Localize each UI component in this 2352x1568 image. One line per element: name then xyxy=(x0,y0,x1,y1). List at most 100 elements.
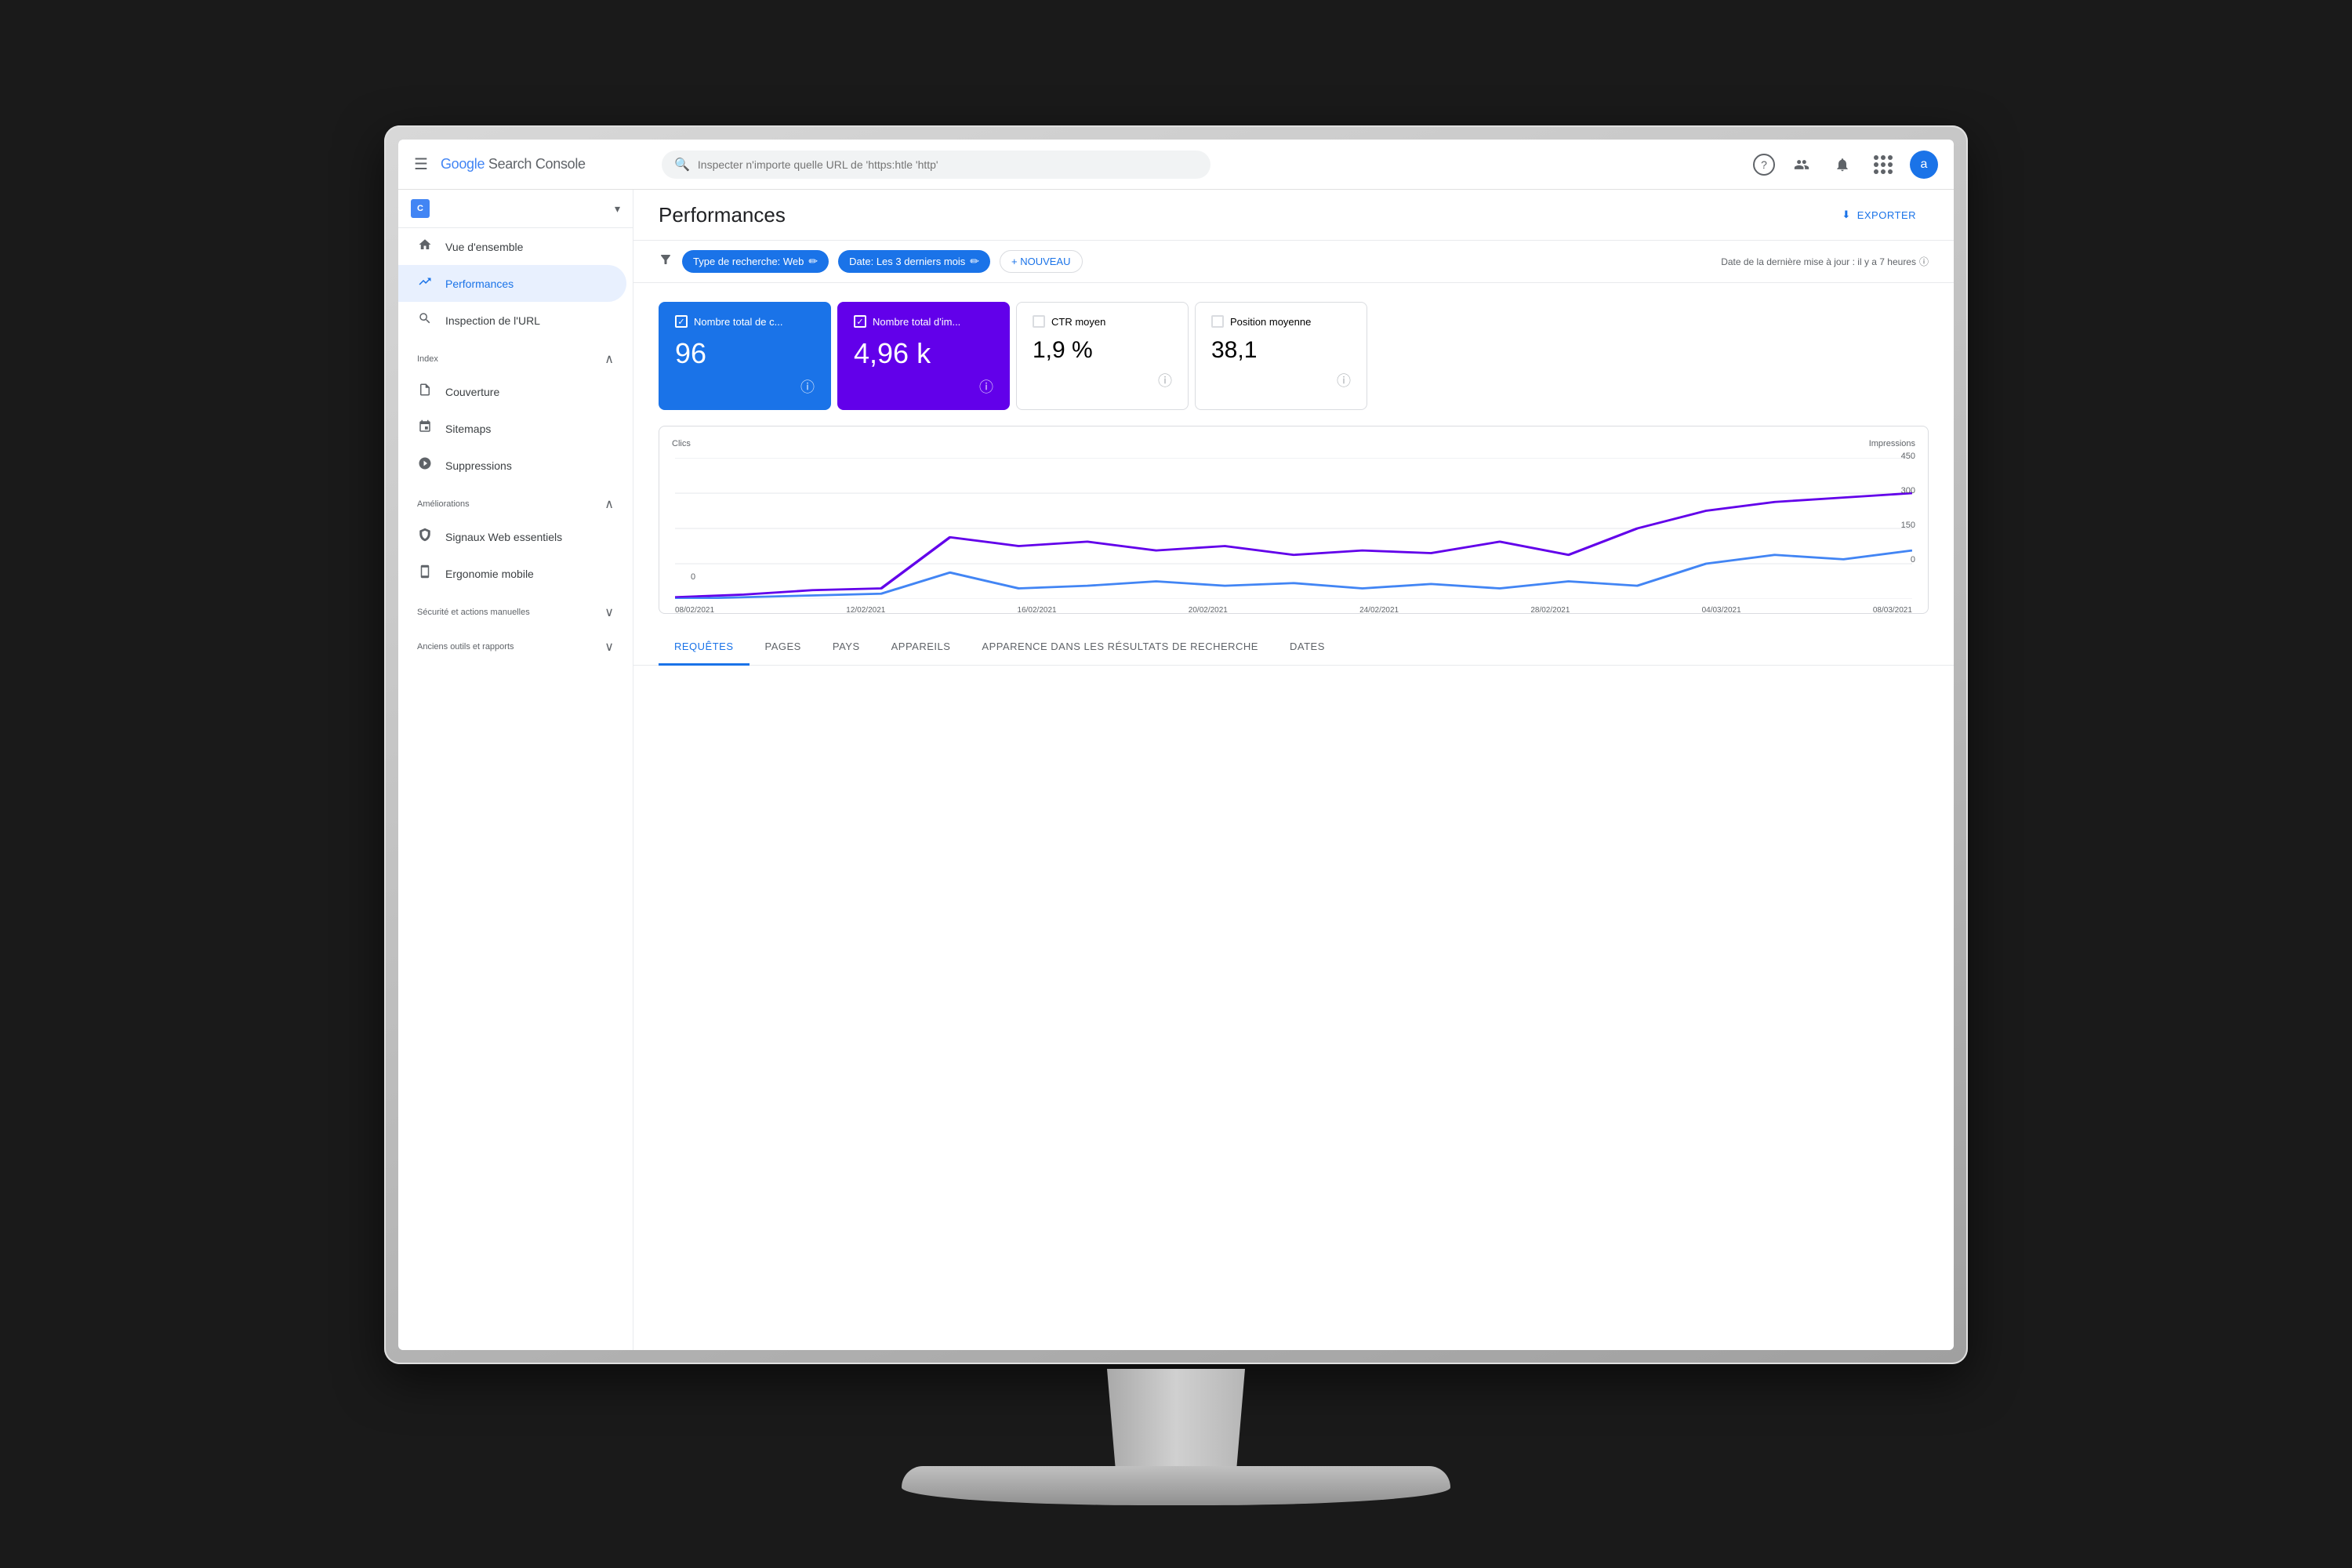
apps-icon[interactable] xyxy=(1869,151,1897,179)
nav-item-sitemaps[interactable]: Sitemaps xyxy=(398,410,626,447)
metric-help-impressions[interactable]: ⓘ xyxy=(979,376,993,397)
metric-card-ctr[interactable]: CTR moyen 1,9 % ⓘ xyxy=(1016,302,1189,410)
new-filter-button[interactable]: + NOUVEAU xyxy=(1000,250,1083,273)
metric-value-clics: 96 xyxy=(675,337,815,370)
hamburger-icon[interactable]: ☰ xyxy=(414,154,428,174)
search-small-icon xyxy=(417,311,433,329)
search-bar[interactable]: 🔍 xyxy=(662,151,1210,179)
tab-requetes[interactable]: REQUÊTES xyxy=(659,630,750,666)
page-title: Performances xyxy=(659,203,786,227)
monitor-stand-base xyxy=(902,1466,1450,1505)
export-icon: ⬇ xyxy=(1842,209,1850,221)
metric-header-ctr: CTR moyen xyxy=(1033,315,1172,328)
file-icon xyxy=(417,383,433,401)
metric-label-clics: Nombre total de c... xyxy=(694,316,782,328)
tab-dates[interactable]: DATES xyxy=(1274,630,1341,666)
sidebar: C ▾ Vue d'ensemble xyxy=(398,190,633,1350)
notifications-icon[interactable] xyxy=(1828,151,1857,179)
chart-container: Clics Impressions 450 300 150 0 0 xyxy=(659,426,1929,614)
chart-y-axis-left: 0 xyxy=(691,572,695,582)
property-dropdown-icon[interactable]: ▾ xyxy=(615,202,620,216)
date-filter[interactable]: Date: Les 3 derniers mois ✏ xyxy=(838,250,990,273)
securite-section-label: Sécurité et actions manuelles xyxy=(417,608,530,617)
tab-pages[interactable]: PAGES xyxy=(750,630,817,666)
metric-header-position: Position moyenne xyxy=(1211,315,1351,328)
metrics-row: ✓ Nombre total de c... 96 ⓘ ✓ xyxy=(633,283,1954,410)
home-icon xyxy=(417,238,433,256)
nav-item-signaux-web[interactable]: Signaux Web essentiels xyxy=(398,518,626,555)
securite-chevron[interactable]: ∨ xyxy=(604,604,614,620)
y-left-0: 0 xyxy=(691,572,695,582)
topbar-right: ? a xyxy=(1753,151,1938,179)
content-header: Performances ⬇ EXPORTER xyxy=(633,190,1954,241)
x-label-6: 04/03/2021 xyxy=(1702,606,1741,615)
main-layout: C ▾ Vue d'ensemble xyxy=(398,190,1954,1350)
tab-pays[interactable]: PAYS xyxy=(817,630,876,666)
date-label: Date: Les 3 derniers mois xyxy=(849,256,965,267)
nav-item-ergonomie-mobile[interactable]: Ergonomie mobile xyxy=(398,555,626,592)
property-selector[interactable]: C ▾ xyxy=(398,190,633,228)
users-icon[interactable] xyxy=(1788,151,1816,179)
metric-help-ctr[interactable]: ⓘ xyxy=(1158,370,1172,390)
tab-appareils[interactable]: APPAREILS xyxy=(876,630,967,666)
y-val-450: 450 xyxy=(1901,452,1915,461)
metric-help-clics[interactable]: ⓘ xyxy=(800,376,815,397)
index-section: Index ∧ xyxy=(398,339,633,373)
metric-label-ctr: CTR moyen xyxy=(1051,316,1105,328)
tab-apparence[interactable]: APPARENCE DANS LES RÉSULTATS DE RECHERCH… xyxy=(966,630,1274,666)
nav-item-performances[interactable]: Performances xyxy=(398,265,626,302)
export-button[interactable]: ⬇ EXPORTER xyxy=(1829,202,1929,227)
clics-line xyxy=(675,550,1912,599)
nav-label-sitemaps: Sitemaps xyxy=(445,423,491,435)
nav-item-couverture[interactable]: Couverture xyxy=(398,373,626,410)
performance-chart xyxy=(675,458,1912,599)
metric-help-position[interactable]: ⓘ xyxy=(1337,370,1351,390)
search-icon: 🔍 xyxy=(674,157,690,172)
metric-label-impressions: Nombre total d'im... xyxy=(873,316,960,328)
monitor-stand-neck xyxy=(1090,1369,1262,1471)
date-edit-icon: ✏ xyxy=(970,255,979,268)
metric-value-impressions: 4,96 k xyxy=(854,337,993,370)
metric-header-impressions: ✓ Nombre total d'im... xyxy=(854,315,993,328)
block-icon xyxy=(417,456,433,474)
metric-card-position[interactable]: Position moyenne 38,1 ⓘ xyxy=(1195,302,1367,410)
metric-label-position: Position moyenne xyxy=(1230,316,1311,328)
y-val-300: 300 xyxy=(1901,486,1915,495)
nav-item-vue-ensemble[interactable]: Vue d'ensemble xyxy=(398,228,626,265)
filter-bar: Type de recherche: Web ✏ Date: Les 3 der… xyxy=(633,241,1954,283)
chart-x-labels: 08/02/2021 12/02/2021 16/02/2021 20/02/2… xyxy=(675,603,1912,615)
ameliorations-section: Améliorations ∧ xyxy=(398,484,633,518)
update-help-icon[interactable]: ⓘ xyxy=(1919,255,1929,268)
metric-card-impressions[interactable]: ✓ Nombre total d'im... 4,96 k ⓘ xyxy=(837,302,1010,410)
search-input[interactable] xyxy=(698,158,1198,171)
search-type-filter[interactable]: Type de recherche: Web ✏ xyxy=(682,250,829,273)
x-label-4: 24/02/2021 xyxy=(1359,606,1399,615)
metric-value-ctr: 1,9 % xyxy=(1033,337,1172,364)
metric-checkbox-clics[interactable]: ✓ xyxy=(675,315,688,328)
app-logo: Google Search Console xyxy=(441,156,586,172)
nav-item-inspection-url[interactable]: Inspection de l'URL xyxy=(398,302,626,339)
metric-checkbox-position[interactable] xyxy=(1211,315,1224,328)
sitemap-icon xyxy=(417,419,433,437)
x-label-0: 08/02/2021 xyxy=(675,606,714,615)
metric-card-clics[interactable]: ✓ Nombre total de c... 96 ⓘ xyxy=(659,302,831,410)
anciens-section: Anciens outils et rapports ∨ xyxy=(398,626,633,661)
help-button[interactable]: ? xyxy=(1753,154,1775,176)
x-label-5: 28/02/2021 xyxy=(1530,606,1570,615)
securite-section: Sécurité et actions manuelles ∨ xyxy=(398,592,633,626)
chart-clics-label: Clics xyxy=(672,439,691,448)
update-date: Date de la dernière mise à jour : il y a… xyxy=(1721,255,1929,268)
impressions-line xyxy=(675,493,1912,597)
monitor-screen: ☰ Google Search Console 🔍 ? xyxy=(398,140,1954,1350)
ameliorations-chevron[interactable]: ∧ xyxy=(604,496,614,512)
nav-item-suppressions[interactable]: Suppressions xyxy=(398,447,626,484)
apple-logo xyxy=(1141,1316,1203,1378)
metric-checkbox-impressions[interactable]: ✓ xyxy=(854,315,866,328)
trending-icon xyxy=(417,274,433,292)
metric-header-clics: ✓ Nombre total de c... xyxy=(675,315,815,328)
index-chevron[interactable]: ∧ xyxy=(604,351,614,367)
anciens-chevron[interactable]: ∨ xyxy=(604,639,614,655)
metric-checkbox-ctr[interactable] xyxy=(1033,315,1045,328)
user-avatar[interactable]: a xyxy=(1910,151,1938,179)
property-icon: C xyxy=(411,199,430,218)
